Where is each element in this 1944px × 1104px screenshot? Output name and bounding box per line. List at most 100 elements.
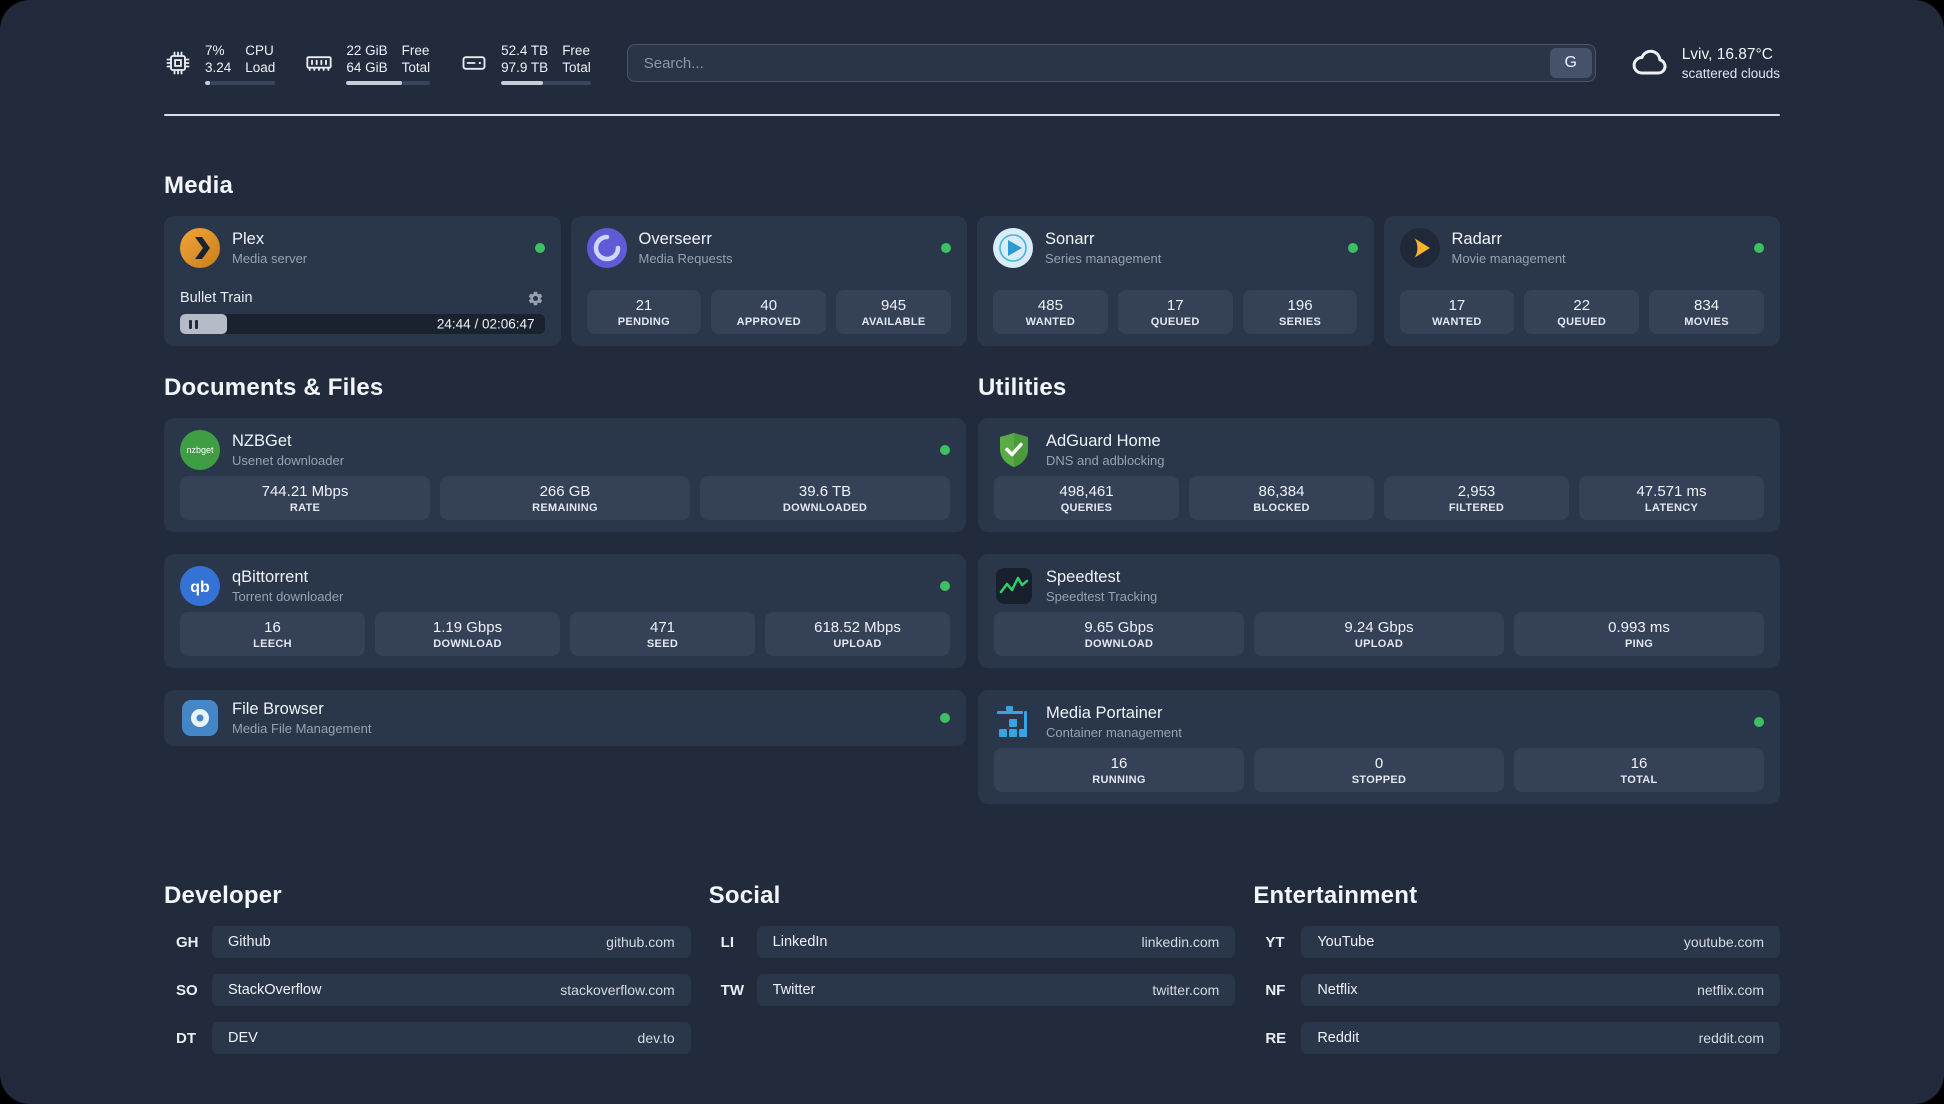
app-name: Speedtest <box>1046 568 1121 586</box>
top-bar: 7% CPU 3.24 Load 22 GiB Free 64 GiB Tota… <box>164 38 1780 88</box>
disk-total-value: 97.9 TB <box>501 59 549 75</box>
app-name: File Browser <box>232 700 324 718</box>
pause-icon[interactable] <box>189 319 198 329</box>
app-subtitle: Media Requests <box>638 251 733 266</box>
cpu-usage-bar <box>205 80 276 85</box>
stat-tile: 471 SEED <box>570 612 755 656</box>
stat-tile: 16 RUNNING <box>994 748 1244 792</box>
status-dot <box>1754 243 1764 253</box>
bookmark-link-linkedin[interactable]: LinkedIn linkedin.com <box>756 926 1236 958</box>
bookmark-row: YT YouTube youtube.com <box>1253 926 1780 958</box>
playback-progress-fill <box>180 314 228 334</box>
app-subtitle: Series management <box>1045 251 1162 266</box>
bookmark-link-reddit[interactable]: Reddit reddit.com <box>1301 1022 1780 1054</box>
cpu-load-value: 3.24 <box>205 59 232 75</box>
entertainment-column: Entertainment YT YouTube youtube.com NF … <box>1253 882 1780 1070</box>
status-dot <box>940 581 950 591</box>
disk-metric: 52.4 TB Free 97.9 TB Total <box>460 42 591 85</box>
plex-icon <box>180 228 220 268</box>
svg-text:qb: qb <box>190 579 210 596</box>
bookmark-link-github[interactable]: Github github.com <box>212 926 691 958</box>
search-input[interactable] <box>626 44 1596 82</box>
stat-tile: 485 WANTED <box>993 290 1108 334</box>
stat-tile: 744.21 Mbps RATE <box>180 476 430 520</box>
middle-columns: Documents & Files nzbget NZBGet Usenet d… <box>164 374 1780 826</box>
ram-free-label: Free <box>401 42 430 58</box>
bookmark-abbr: TW <box>720 981 744 999</box>
system-metrics: 7% CPU 3.24 Load 22 GiB Free 64 GiB Tota… <box>164 42 591 85</box>
disk-total-label: Total <box>562 59 591 75</box>
status-dot <box>940 713 950 723</box>
overseerr-card[interactable]: Overseerr Media Requests 21 PENDING 40 A… <box>570 216 967 346</box>
now-playing-widget: Bullet Train 24:44 / 02:06:47 <box>180 289 545 334</box>
app-subtitle: Usenet downloader <box>232 453 345 468</box>
bookmark-abbr: RE <box>1265 1029 1287 1047</box>
app-subtitle: Torrent downloader <box>232 589 344 604</box>
nzbget-card[interactable]: nzbget NZBGet Usenet downloader 744.21 M… <box>164 418 966 532</box>
stat-tile: 17 QUEUED <box>1117 290 1233 334</box>
stat-tile: 16 TOTAL <box>1514 748 1764 792</box>
cpu-usage-fill <box>205 80 210 85</box>
disk-free-label: Free <box>562 42 590 58</box>
overseerr-icon <box>586 228 627 268</box>
filebrowser-icon <box>180 698 220 738</box>
stat-tile: 945 AVAILABLE <box>836 290 951 334</box>
qbittorrent-icon: qb <box>180 566 220 606</box>
app-name: qBittorrent <box>232 568 309 586</box>
portainer-icon <box>994 702 1034 742</box>
qbittorrent-card[interactable]: qb qBittorrent Torrent downloader 16 LEE… <box>164 554 966 668</box>
stat-tile: 266 GB REMAINING <box>440 476 690 520</box>
bookmark-abbr: NF <box>1265 981 1286 999</box>
plex-card[interactable]: Plex Media server Bullet Train 24:44 / 0… <box>164 216 561 346</box>
adguard-icon <box>994 430 1034 470</box>
section-title-entertainment: Entertainment <box>1253 882 1418 909</box>
bookmark-abbr: LI <box>720 933 734 951</box>
app-subtitle: Container management <box>1046 725 1182 740</box>
app-name: AdGuard Home <box>1046 432 1161 450</box>
stat-tile: 9.65 Gbps DOWNLOAD <box>994 612 1244 656</box>
svg-text:nzbget: nzbget <box>186 445 214 455</box>
section-title-utilities: Utilities <box>978 374 1067 401</box>
portainer-card[interactable]: Media Portainer Container management 16 … <box>978 690 1780 804</box>
stat-tile: 1.19 Gbps DOWNLOAD <box>375 612 560 656</box>
app-subtitle: DNS and adblocking <box>1046 453 1165 468</box>
stat-tile: 0 STOPPED <box>1254 748 1504 792</box>
status-dot <box>940 445 950 455</box>
stat-tile: 21 PENDING <box>586 290 702 334</box>
search-bar: G <box>626 44 1596 82</box>
section-title-media: Media <box>164 172 234 199</box>
disk-free-value: 52.4 TB <box>501 42 549 58</box>
filebrowser-card[interactable]: File Browser Media File Management <box>164 690 966 746</box>
sonarr-card[interactable]: Sonarr Series management 485 WANTED 17 Q… <box>977 216 1374 346</box>
ram-icon <box>305 49 333 77</box>
bookmark-link-dev[interactable]: DEV dev.to <box>212 1022 691 1054</box>
app-name: Media Portainer <box>1046 704 1163 722</box>
now-playing-title: Bullet Train <box>180 290 253 306</box>
app-subtitle: Media server <box>232 251 308 266</box>
stat-tile: 22 QUEUED <box>1524 290 1640 334</box>
adguard-card[interactable]: AdGuard Home DNS and adblocking 498,461 … <box>978 418 1780 532</box>
weather-widget[interactable]: Lviv, 16.87°C scattered clouds <box>1630 43 1780 83</box>
section-title-developer: Developer <box>164 882 282 909</box>
speedtest-card[interactable]: Speedtest Speedtest Tracking 9.65 Gbps D… <box>978 554 1780 668</box>
stat-tile: 618.52 Mbps UPLOAD <box>765 612 950 656</box>
cpu-icon <box>164 49 192 77</box>
bookmark-link-twitter[interactable]: Twitter twitter.com <box>756 974 1236 1006</box>
weather-location: Lviv, 16.87°C <box>1681 45 1773 63</box>
settings-gear-icon[interactable] <box>527 289 545 307</box>
bookmark-link-youtube[interactable]: YouTube youtube.com <box>1301 926 1780 958</box>
playback-progress-bar[interactable]: 24:44 / 02:06:47 <box>180 314 545 334</box>
cpu-percent: 7% <box>205 42 225 58</box>
media-card-row: Plex Media server Bullet Train 24:44 / 0… <box>164 216 1780 346</box>
cpu-label: CPU <box>245 42 274 58</box>
stat-tile: 196 SERIES <box>1242 290 1358 334</box>
bookmark-link-stackoverflow[interactable]: StackOverflow stackoverflow.com <box>212 974 691 1006</box>
bookmark-row: RE Reddit reddit.com <box>1253 1022 1780 1054</box>
disk-usage-fill <box>501 80 544 85</box>
ram-metric: 22 GiB Free 64 GiB Total <box>305 42 431 85</box>
radarr-card[interactable]: Radarr Movie management 17 WANTED 22 QUE… <box>1383 216 1780 346</box>
bookmark-link-netflix[interactable]: Netflix netflix.com <box>1301 974 1780 1006</box>
search-engine-button[interactable]: G <box>1549 48 1592 78</box>
app-name: Radarr <box>1451 230 1502 248</box>
stat-tile: 2,953 FILTERED <box>1384 476 1569 520</box>
